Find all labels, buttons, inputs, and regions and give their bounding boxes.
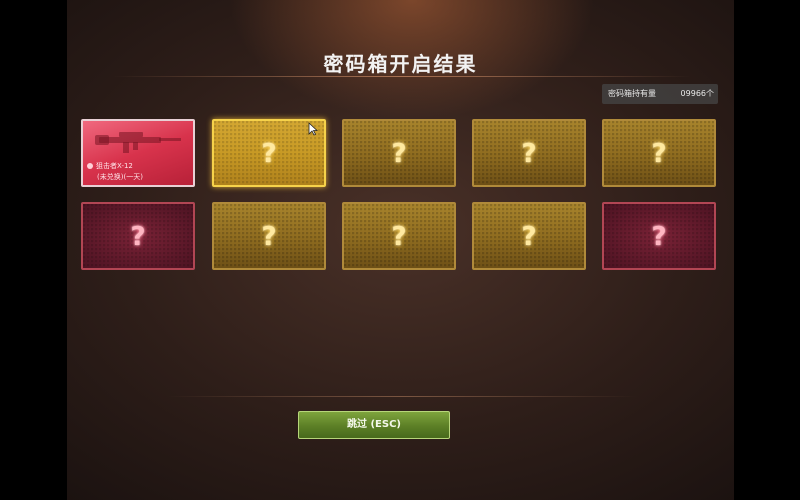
page-title: 密码箱开启结果: [323, 52, 478, 76]
rarity-icon: [87, 163, 93, 169]
question-mark-icon: ?: [651, 139, 667, 169]
mystery-card[interactable]: ?: [472, 202, 586, 270]
holdings-label: 密码箱持有量: [608, 89, 656, 98]
question-mark-icon: ?: [391, 222, 407, 252]
holdings-badge: 密码箱持有量 09966个: [602, 84, 718, 104]
question-mark-icon: ?: [521, 139, 537, 169]
title-divider: [112, 76, 692, 77]
rifle-icon: [95, 132, 181, 153]
result-card-revealed[interactable]: 狙击者X-12 (未兑换)(一天): [81, 119, 195, 187]
question-mark-icon: ?: [261, 222, 277, 252]
mystery-card[interactable]: ?: [472, 119, 586, 187]
mystery-card[interactable]: ?: [212, 202, 326, 270]
holdings-count: 09966个: [680, 89, 714, 98]
weapon-duration: (未兑换)(一天): [97, 173, 143, 181]
mystery-card[interactable]: ?: [81, 202, 195, 270]
mystery-card[interactable]: ?: [342, 119, 456, 187]
game-screen: 密码箱开启结果 密码箱持有量 09966个 狙击者X-12 (未兑换)(一天) …: [0, 0, 800, 500]
mouse-cursor-icon: [308, 122, 318, 136]
question-mark-icon: ?: [521, 222, 537, 252]
question-mark-icon: ?: [261, 139, 277, 169]
mystery-card[interactable]: ?: [602, 202, 716, 270]
question-mark-icon: ?: [391, 139, 407, 169]
bottom-divider: [167, 396, 637, 397]
question-mark-icon: ?: [130, 222, 146, 252]
mystery-card[interactable]: ?: [602, 119, 716, 187]
question-mark-icon: ?: [651, 222, 667, 252]
mystery-card[interactable]: ?: [342, 202, 456, 270]
weapon-name: 狙击者X-12: [96, 162, 133, 170]
skip-button[interactable]: 跳过 (ESC): [298, 411, 450, 439]
